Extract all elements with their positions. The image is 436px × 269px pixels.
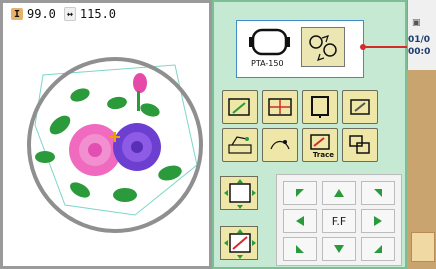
calendar-icon: ▣ — [412, 18, 421, 28]
move-up-button[interactable] — [322, 181, 356, 205]
direction-pad: F.F — [276, 174, 402, 266]
move-right-button[interactable] — [361, 209, 395, 233]
frame-move-icon — [224, 179, 256, 209]
design-rotate-icon — [350, 99, 370, 115]
move-down-right-button[interactable] — [361, 237, 395, 261]
date-text: 01/0 — [408, 35, 431, 45]
center-ff-label: F.F — [331, 214, 347, 228]
trace-button[interactable]: Trace — [302, 128, 338, 162]
right-sidebar: ▣ 01/0 00:0 — [407, 0, 436, 269]
design-rotate-button[interactable] — [342, 90, 378, 124]
hoop-position-button[interactable] — [302, 90, 338, 124]
width-value: 115.0 — [79, 7, 117, 21]
height-icon: I — [11, 8, 23, 20]
bird-icon — [270, 140, 290, 150]
move-up-left-button[interactable] — [283, 181, 317, 205]
center-icon — [268, 98, 292, 116]
stitch-simulator-button[interactable] — [262, 128, 298, 162]
arrow-up-left-icon — [296, 189, 304, 197]
date-time-text: 01/0 00:0 — [408, 34, 430, 58]
center-button[interactable] — [262, 90, 298, 124]
arrow-down-right-icon — [374, 245, 382, 253]
date-time-area: ▣ 01/0 00:0 — [407, 0, 436, 70]
width-icon: ↔ — [63, 7, 76, 21]
design-move-button[interactable] — [220, 226, 258, 260]
time-text: 00:0 — [408, 47, 431, 57]
trace-preview-button[interactable] — [222, 128, 258, 162]
arrow-right-icon — [374, 216, 382, 226]
layout-button[interactable] — [342, 128, 378, 162]
design-move-icon — [224, 229, 256, 259]
connector-dot — [360, 44, 366, 50]
arrow-up-icon — [334, 189, 344, 197]
sewing-machine-icon — [228, 136, 252, 154]
arrow-left-icon — [296, 216, 304, 226]
frame-move-button[interactable] — [220, 176, 258, 210]
move-up-right-button[interactable] — [361, 181, 395, 205]
move-down-button[interactable] — [322, 237, 356, 261]
center-ff-button[interactable]: F.F — [322, 209, 356, 233]
control-panel: PTA-150 Trace F.F — [212, 0, 412, 269]
layout-icon — [349, 135, 370, 154]
hoop-position-icon — [311, 96, 329, 118]
embroidery-design — [27, 57, 203, 233]
design-preview: I 99.0 ↔ 115.0 — [0, 0, 212, 269]
hoop-swap-icon — [309, 35, 337, 61]
screen: I 99.0 ↔ 115.0 PTA-150 Trace F.F ▣ 01/0 … — [0, 0, 436, 269]
height-value: 99.0 — [27, 7, 56, 21]
hoop-selector-box: PTA-150 — [236, 20, 364, 78]
purple-rose — [113, 123, 161, 171]
arrow-down-icon — [334, 245, 344, 253]
rotate-icon — [228, 98, 250, 116]
hoop-icon[interactable] — [247, 27, 292, 57]
trace-label: Trace — [312, 151, 334, 159]
rotate-button[interactable] — [222, 90, 258, 124]
arrow-up-right-icon — [374, 189, 382, 197]
hoop-change-button[interactable] — [301, 27, 345, 67]
connector-line — [362, 46, 412, 48]
arrow-down-left-icon — [296, 245, 304, 253]
move-left-button[interactable] — [283, 209, 317, 233]
move-down-left-button[interactable] — [283, 237, 317, 261]
height-display: I 99.0 — [11, 7, 56, 21]
sidebar-bottom-button[interactable] — [411, 232, 435, 262]
hoop-label: PTA-150 — [251, 59, 284, 68]
width-display: ↔ 115.0 — [63, 7, 117, 21]
design-dimensions: I 99.0 ↔ 115.0 — [11, 7, 116, 21]
